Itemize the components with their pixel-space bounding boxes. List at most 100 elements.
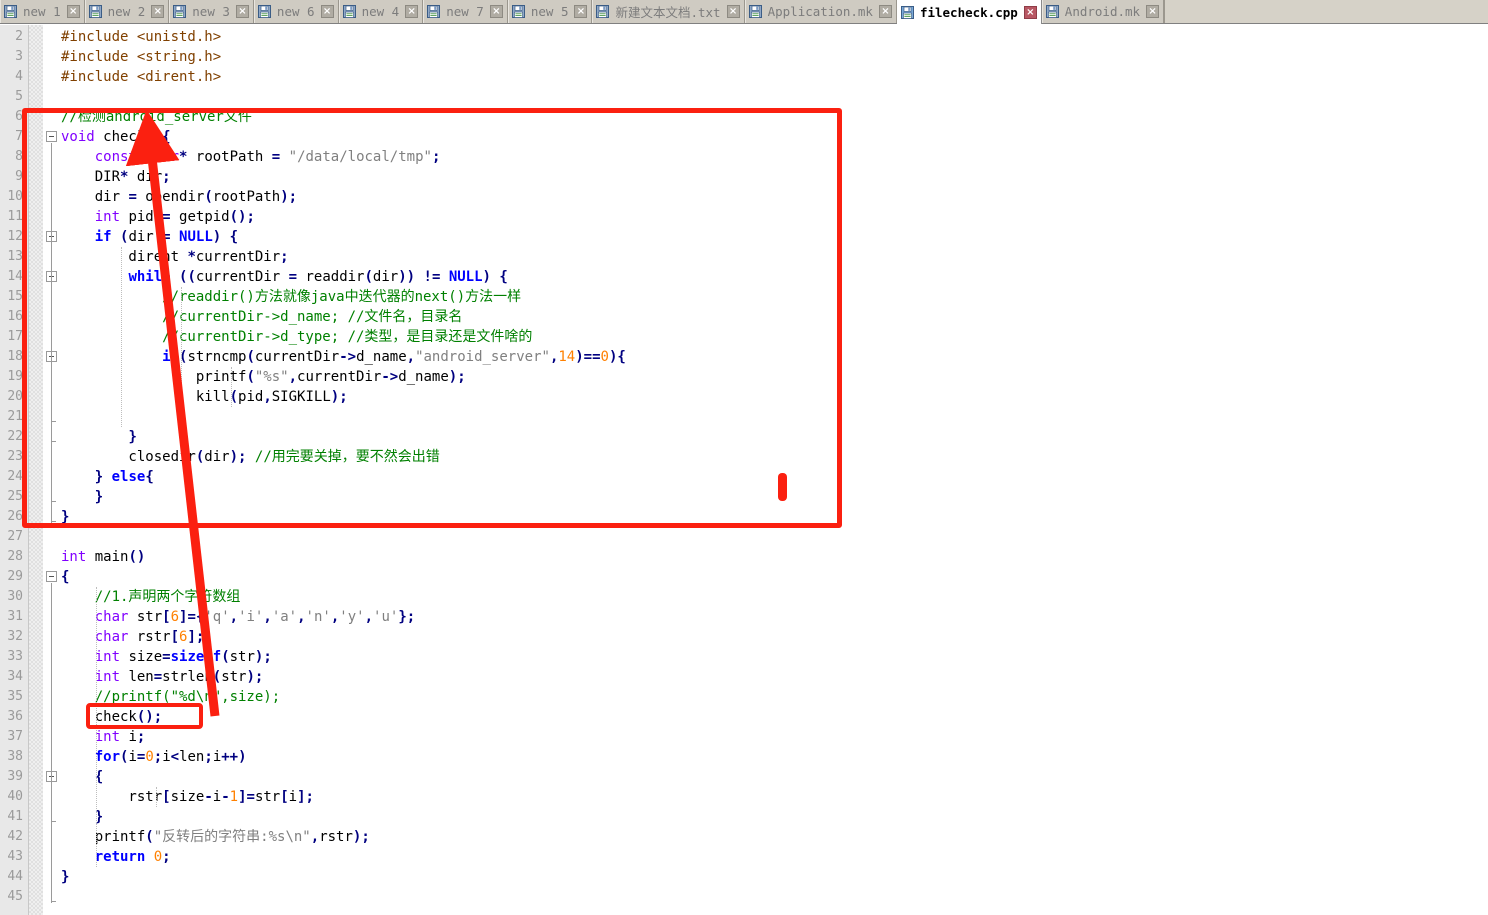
code-folding-margin[interactable] bbox=[43, 25, 61, 915]
document-tab-8[interactable]: 新建文本文档.txt× bbox=[592, 0, 744, 23]
code-line[interactable]: char rstr[6]; bbox=[61, 627, 204, 647]
code-token: 'y' bbox=[339, 609, 364, 625]
code-line[interactable]: printf("反转后的字符串:%s\n",rstr); bbox=[61, 827, 370, 847]
document-tab-5[interactable]: new 4× bbox=[339, 0, 424, 23]
code-line[interactable]: int len=strlen(str); bbox=[61, 667, 263, 687]
code-line[interactable]: return 0; bbox=[61, 847, 171, 867]
code-token: < bbox=[171, 749, 179, 765]
bookmark-margin[interactable] bbox=[29, 25, 43, 915]
fold-range-end bbox=[51, 521, 56, 522]
code-token bbox=[61, 609, 95, 625]
code-line[interactable]: } else{ bbox=[61, 467, 154, 487]
code-line[interactable]: //readdir()方法就像java中迭代器的next()方法一样 bbox=[61, 287, 521, 307]
fold-collapse-icon[interactable] bbox=[46, 571, 57, 582]
line-number: 2 bbox=[0, 27, 28, 47]
document-tab-6[interactable]: new 7× bbox=[423, 0, 508, 23]
code-token: , bbox=[263, 389, 271, 405]
code-token: char bbox=[145, 149, 179, 165]
code-line[interactable]: rstr[size-i-1]=str[i]; bbox=[61, 787, 314, 807]
code-line[interactable]: //检测android_server文件 bbox=[61, 107, 252, 127]
line-number: 19 bbox=[0, 367, 28, 387]
document-tab-11[interactable]: Android.mk× bbox=[1042, 0, 1164, 23]
document-tab-bar[interactable]: new 1×new 2×new 3×new 6×new 4×new 7×new … bbox=[0, 0, 1488, 24]
document-tab-4[interactable]: new 6× bbox=[254, 0, 339, 23]
code-line[interactable]: check(); bbox=[61, 707, 162, 727]
code-token: #include bbox=[61, 29, 137, 45]
close-icon[interactable]: × bbox=[727, 5, 740, 18]
close-icon[interactable]: × bbox=[151, 5, 164, 18]
code-line[interactable]: int main() bbox=[61, 547, 145, 567]
code-line[interactable]: for(i=0;i<len;i++) bbox=[61, 747, 247, 767]
close-icon[interactable]: × bbox=[321, 5, 334, 18]
code-token: 'a' bbox=[272, 609, 297, 625]
close-icon[interactable]: × bbox=[236, 5, 249, 18]
code-line[interactable]: kill(pid,SIGKILL); bbox=[61, 387, 348, 407]
code-line[interactable]: dir = opendir(rootPath); bbox=[61, 187, 297, 207]
code-token: - bbox=[221, 789, 229, 805]
close-icon[interactable]: × bbox=[1024, 6, 1037, 19]
code-line[interactable]: } bbox=[61, 507, 69, 527]
code-line[interactable]: #include <string.h> bbox=[61, 47, 221, 67]
code-line[interactable]: //currentDir->d_type; //类型，是目录还是文件啥的 bbox=[61, 327, 532, 347]
document-tab-1[interactable]: new 1× bbox=[0, 0, 85, 23]
code-token: pid bbox=[120, 209, 162, 225]
code-token: if bbox=[95, 229, 112, 245]
code-line[interactable]: char str[6]={'q','i','a','n','y','u'}; bbox=[61, 607, 415, 627]
code-token: int bbox=[95, 669, 120, 685]
code-line[interactable]: if (dir!= NULL) { bbox=[61, 227, 238, 247]
code-line[interactable]: #include <dirent.h> bbox=[61, 67, 221, 87]
code-token: rootPath bbox=[213, 189, 280, 205]
code-token: dir bbox=[128, 229, 153, 245]
code-line[interactable]: #include <unistd.h> bbox=[61, 27, 221, 47]
code-token: = bbox=[154, 669, 162, 685]
code-line[interactable]: DIR* dir; bbox=[61, 167, 171, 187]
close-icon[interactable]: × bbox=[490, 5, 503, 18]
code-line[interactable]: closedir(dir); //用完要关掉，要不然会出错 bbox=[61, 447, 440, 467]
document-tab-2[interactable]: new 2× bbox=[85, 0, 170, 23]
close-icon[interactable]: × bbox=[405, 5, 418, 18]
close-icon[interactable]: × bbox=[1146, 5, 1159, 18]
floppy-disk-icon bbox=[749, 5, 762, 18]
line-number: 25 bbox=[0, 487, 28, 507]
code-token bbox=[440, 269, 448, 285]
code-editor[interactable]: 2345678910111213141516171819202122232425… bbox=[0, 24, 1488, 915]
code-token bbox=[61, 229, 95, 245]
fold-collapse-icon[interactable] bbox=[46, 131, 57, 142]
line-number: 16 bbox=[0, 307, 28, 327]
code-line[interactable]: dirent *currentDir; bbox=[61, 247, 289, 267]
code-text-area[interactable]: #include <unistd.h>#include <string.h>#i… bbox=[61, 25, 1488, 915]
close-icon[interactable]: × bbox=[574, 5, 587, 18]
code-token: #include bbox=[61, 49, 137, 65]
close-icon[interactable]: × bbox=[67, 5, 80, 18]
code-line[interactable]: int size=sizeof(str); bbox=[61, 647, 272, 667]
code-token: i bbox=[289, 789, 297, 805]
code-line[interactable]: { bbox=[61, 567, 69, 587]
document-tab-label: Application.mk bbox=[766, 4, 875, 19]
document-tab-10[interactable]: filecheck.cpp× bbox=[897, 0, 1042, 24]
code-line[interactable]: } bbox=[61, 867, 69, 887]
line-number: 20 bbox=[0, 387, 28, 407]
line-number: 32 bbox=[0, 627, 28, 647]
code-line[interactable]: void check(){ bbox=[61, 127, 171, 147]
document-tab-3[interactable]: new 3× bbox=[169, 0, 254, 23]
code-line[interactable]: const char* rootPath = "/data/local/tmp"… bbox=[61, 147, 440, 167]
code-token bbox=[61, 269, 128, 285]
document-tab-7[interactable]: new 5× bbox=[508, 0, 593, 23]
line-number: 45 bbox=[0, 887, 28, 907]
code-token: d_name bbox=[356, 349, 407, 365]
line-number: 23 bbox=[0, 447, 28, 467]
code-line[interactable]: //printf("%d\n",size); bbox=[61, 687, 280, 707]
code-line[interactable]: } bbox=[61, 427, 137, 447]
code-line[interactable]: //1.声明两个字符数组 bbox=[61, 587, 240, 607]
code-token: dir bbox=[204, 449, 229, 465]
close-icon[interactable]: × bbox=[879, 5, 892, 18]
document-tab-9[interactable]: Application.mk × bbox=[745, 0, 897, 23]
indent-guide bbox=[181, 287, 183, 427]
code-line[interactable]: int pid = getpid(); bbox=[61, 207, 255, 227]
code-line[interactable]: while ((currentDir = readdir(dir)) != NU… bbox=[61, 267, 508, 287]
code-token: size bbox=[171, 789, 205, 805]
code-line[interactable]: int i; bbox=[61, 727, 145, 747]
code-line[interactable]: if(strncmp(currentDir->d_name,"android_s… bbox=[61, 347, 626, 367]
line-number: 44 bbox=[0, 867, 28, 887]
code-line[interactable]: } bbox=[61, 487, 103, 507]
